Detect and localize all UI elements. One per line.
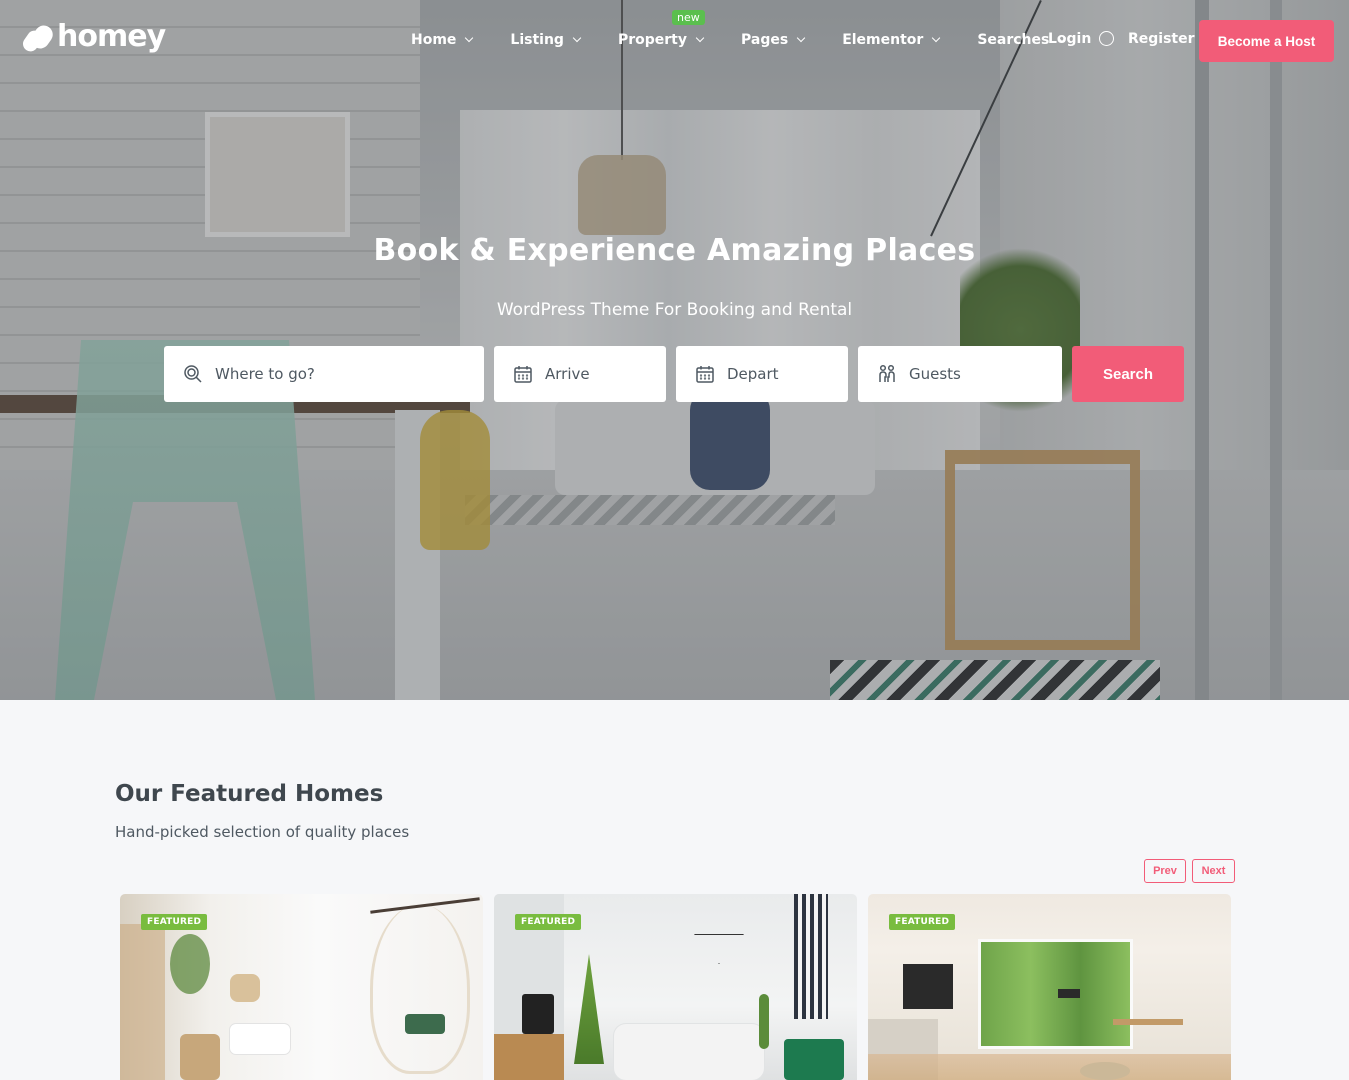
user-icon bbox=[1099, 31, 1114, 46]
calendar-icon bbox=[695, 364, 715, 384]
listing-image[interactable]: FEATURED bbox=[868, 894, 1231, 1080]
section-subtitle: Hand-picked selection of quality places bbox=[115, 823, 410, 841]
image-green-chair bbox=[784, 1039, 844, 1080]
image-cactus bbox=[759, 994, 769, 1049]
nav-item-label: Searches bbox=[977, 32, 1050, 48]
listing-image[interactable]: FEATURED bbox=[120, 894, 483, 1080]
image-desk bbox=[1113, 1019, 1183, 1025]
listing-image[interactable]: FEATURED bbox=[494, 894, 857, 1080]
image-palm bbox=[574, 954, 604, 1064]
guests-input[interactable]: Guests bbox=[858, 346, 1062, 402]
listing-card[interactable]: FEATURED bbox=[494, 894, 857, 1080]
guests-placeholder: Guests bbox=[909, 365, 961, 383]
image-lamp bbox=[230, 974, 260, 1002]
nav-item-home[interactable]: Home bbox=[411, 32, 474, 48]
hero-title: Book & Experience Amazing Places bbox=[373, 233, 976, 268]
section-title: Our Featured Homes bbox=[115, 781, 384, 807]
image-sofa bbox=[614, 1024, 764, 1080]
depart-date-input[interactable]: Depart bbox=[676, 346, 848, 402]
featured-badge: FEATURED bbox=[141, 914, 208, 930]
image-map-poster bbox=[903, 964, 953, 1009]
hero-subtitle: WordPress Theme For Booking and Rental bbox=[496, 300, 853, 320]
arrive-placeholder: Arrive bbox=[545, 365, 590, 383]
arrive-date-input[interactable]: Arrive bbox=[494, 346, 666, 402]
next-button[interactable]: Next bbox=[1192, 859, 1235, 883]
nav-item-label: Property bbox=[617, 32, 687, 48]
chevron-down-icon bbox=[465, 33, 474, 43]
prev-button[interactable]: Prev bbox=[1144, 859, 1186, 883]
nav-item-property[interactable]: new Property bbox=[617, 10, 705, 48]
nav-item-label: Listing bbox=[510, 32, 564, 48]
image-window bbox=[978, 939, 1133, 1049]
image-striped-curtain bbox=[794, 894, 828, 1019]
image-hammock bbox=[370, 904, 470, 1074]
nav-item-label: Elementor bbox=[842, 32, 924, 48]
image-shelf bbox=[120, 924, 165, 1080]
image-coffee-machine bbox=[522, 994, 554, 1034]
chevron-down-icon bbox=[932, 33, 941, 43]
nav-item-label: Home bbox=[411, 32, 457, 48]
image-chairs bbox=[230, 1024, 290, 1054]
chevron-down-icon bbox=[572, 33, 582, 43]
image-plant bbox=[170, 934, 210, 994]
image-cushion bbox=[405, 1014, 445, 1034]
logo-text: homey bbox=[57, 19, 166, 54]
become-host-button[interactable]: Become a Host bbox=[1199, 20, 1334, 62]
where-placeholder: Where to go? bbox=[215, 365, 315, 383]
depart-placeholder: Depart bbox=[727, 365, 779, 383]
logo[interactable]: homey bbox=[20, 19, 166, 55]
image-floor bbox=[868, 1054, 1231, 1080]
where-input[interactable]: Where to go? bbox=[164, 346, 484, 402]
listing-card[interactable]: FEATURED bbox=[868, 894, 1231, 1080]
logo-icon bbox=[20, 22, 57, 55]
nav-item-listing[interactable]: Listing bbox=[510, 32, 582, 48]
calendar-icon bbox=[513, 364, 533, 384]
featured-badge: FEATURED bbox=[889, 914, 956, 930]
image-floor-lamp bbox=[1058, 989, 1080, 998]
nav-item-pages[interactable]: Pages bbox=[741, 32, 806, 48]
guests-icon bbox=[877, 364, 897, 384]
nav-item-elementor[interactable]: Elementor bbox=[842, 32, 941, 48]
chevron-down-icon bbox=[796, 33, 806, 43]
image-basket bbox=[180, 1034, 220, 1080]
nav-item-label: Pages bbox=[741, 32, 789, 48]
chevron-down-icon bbox=[695, 33, 705, 43]
search-button[interactable]: Search bbox=[1072, 346, 1184, 402]
listing-card[interactable]: FEATURED bbox=[120, 894, 483, 1080]
login-link[interactable]: Login bbox=[1048, 31, 1091, 47]
search-icon bbox=[183, 364, 203, 384]
image-pouf bbox=[1080, 1062, 1130, 1080]
image-cabinet bbox=[494, 1034, 564, 1080]
main-nav: Home Listing new Property Pages Elemento… bbox=[411, 10, 1067, 50]
image-pendant bbox=[694, 934, 744, 964]
featured-badge: FEATURED bbox=[515, 914, 582, 930]
new-badge: new bbox=[671, 10, 705, 25]
register-link[interactable]: Register bbox=[1128, 31, 1195, 47]
